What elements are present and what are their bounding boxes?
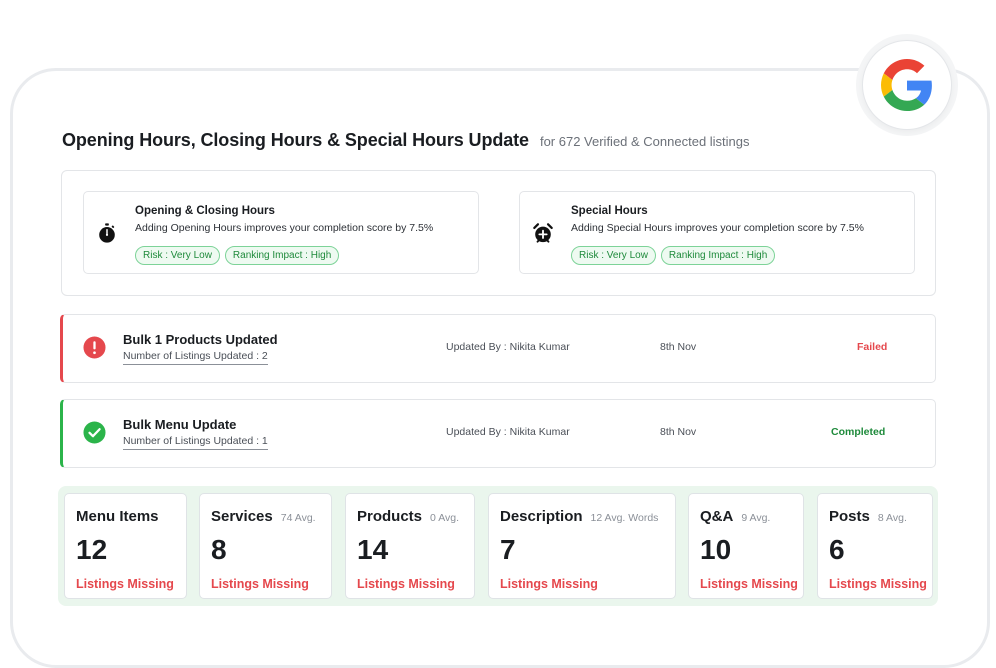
status-badge: Completed bbox=[831, 426, 886, 438]
hours-panel: Opening & Closing Hours Adding Opening H… bbox=[61, 170, 936, 296]
ranking-impact-badge: Ranking Impact : High bbox=[224, 246, 340, 265]
special-hours-card[interactable]: Special Hours Adding Special Hours impro… bbox=[519, 191, 915, 274]
stat-label: Services bbox=[211, 508, 273, 525]
stat-missing-label: Listings Missing bbox=[357, 577, 455, 591]
stat-value: 14 bbox=[357, 534, 389, 565]
risk-badge: Risk : Very Low bbox=[135, 246, 220, 265]
error-icon bbox=[83, 336, 106, 359]
update-title: Bulk 1 Products Updated bbox=[123, 332, 278, 347]
stat-missing-label: Listings Missing bbox=[829, 577, 927, 591]
status-badge: Failed bbox=[857, 341, 888, 353]
stat-label: Q&A bbox=[700, 508, 734, 525]
stat-value: 12 bbox=[76, 534, 108, 565]
risk-badge: Risk : Very Low bbox=[571, 246, 656, 265]
updated-by: Updated By : Nikita Kumar bbox=[446, 426, 570, 438]
stat-card-qa[interactable]: Q&A 9 Avg. 10 Listings Missing bbox=[688, 493, 804, 599]
hours-card-title: Special Hours bbox=[571, 205, 648, 217]
update-date: 8th Nov bbox=[660, 341, 697, 353]
stat-missing-label: Listings Missing bbox=[700, 577, 798, 591]
stopwatch-icon bbox=[99, 223, 115, 243]
stat-missing-label: Listings Missing bbox=[76, 577, 174, 591]
stat-card-products[interactable]: Products 0 Avg. 14 Listings Missing bbox=[345, 493, 475, 599]
update-date: 8th Nov bbox=[660, 426, 697, 438]
ranking-impact-badge: Ranking Impact : High bbox=[660, 246, 776, 265]
update-row-completed[interactable]: Bulk Menu Update Number of Listings Upda… bbox=[60, 399, 936, 468]
updated-by: Updated By : Nikita Kumar bbox=[446, 341, 570, 353]
hours-card-title: Opening & Closing Hours bbox=[135, 205, 275, 217]
google-logo-icon bbox=[881, 59, 932, 111]
stat-missing-label: Listings Missing bbox=[500, 577, 598, 591]
stat-label: Description bbox=[500, 508, 583, 525]
update-title: Bulk Menu Update bbox=[123, 417, 237, 432]
update-row-failed[interactable]: Bulk 1 Products Updated Number of Listin… bbox=[60, 314, 936, 383]
page-title: Opening Hours, Closing Hours & Special H… bbox=[62, 130, 529, 150]
listings-updated-link[interactable]: Number of Listings Updated : 2 bbox=[123, 350, 268, 365]
stat-card-menu-items[interactable]: Menu Items 12 Listings Missing bbox=[64, 493, 187, 599]
missing-listings-panel: Menu Items 12 Listings Missing Services … bbox=[58, 486, 938, 606]
stat-card-services[interactable]: Services 74 Avg. 8 Listings Missing bbox=[199, 493, 332, 599]
hours-card-description: Adding Special Hours improves your compl… bbox=[571, 222, 864, 234]
stat-average: 9 Avg. bbox=[741, 512, 771, 524]
stat-average: 8 Avg. bbox=[877, 512, 907, 524]
opening-closing-hours-card[interactable]: Opening & Closing Hours Adding Opening H… bbox=[83, 191, 479, 274]
stat-average: 0 Avg. bbox=[430, 512, 460, 524]
stat-label: Posts bbox=[829, 508, 870, 525]
alarm-clock-plus-icon bbox=[533, 223, 553, 243]
page-subtitle: for 672 Verified & Connected listings bbox=[539, 134, 750, 149]
google-badge bbox=[856, 34, 958, 136]
stat-value: 7 bbox=[500, 534, 516, 565]
stat-card-description[interactable]: Description 12 Avg. Words 7 Listings Mis… bbox=[488, 493, 676, 599]
stat-missing-label: Listings Missing bbox=[211, 577, 309, 591]
stat-label: Products bbox=[357, 508, 423, 525]
hours-card-description: Adding Opening Hours improves your compl… bbox=[135, 222, 434, 234]
stat-average: 12 Avg. Words bbox=[590, 512, 659, 524]
stat-card-posts[interactable]: Posts 8 Avg. 6 Listings Missing bbox=[817, 493, 933, 599]
stat-value: 8 bbox=[211, 534, 227, 565]
stat-label: Menu Items bbox=[76, 508, 159, 525]
check-circle-icon bbox=[83, 421, 106, 444]
stat-value: 6 bbox=[829, 534, 845, 565]
listings-updated-link[interactable]: Number of Listings Updated : 1 bbox=[123, 435, 268, 450]
stat-average: 74 Avg. bbox=[280, 512, 316, 524]
stat-value: 10 bbox=[700, 534, 732, 565]
header: Opening Hours, Closing Hours & Special H… bbox=[62, 130, 750, 151]
